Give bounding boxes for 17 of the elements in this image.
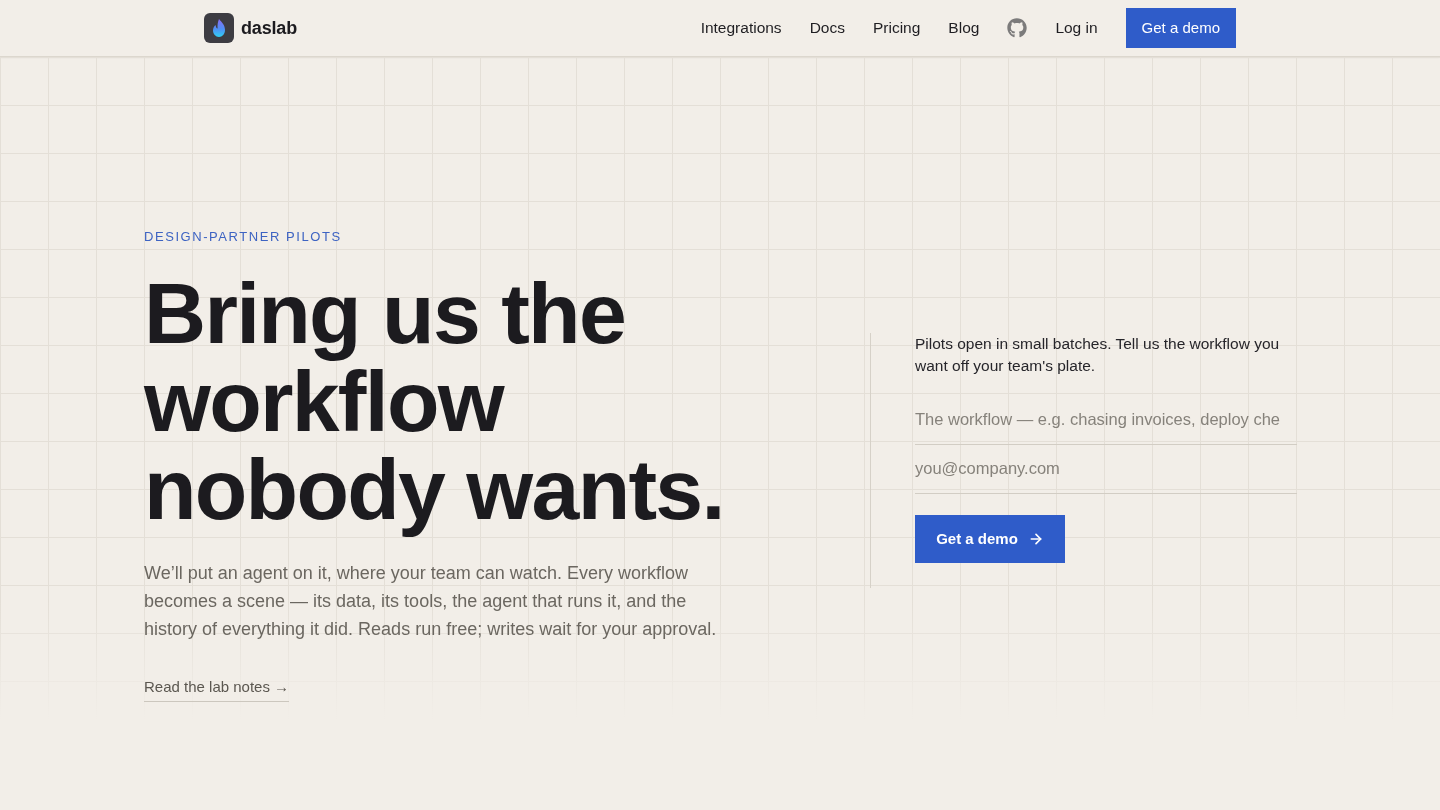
flame-logo-icon <box>204 13 234 43</box>
text-input-field[interactable]: you@company.com <box>915 444 1297 494</box>
github-icon[interactable] <box>1007 18 1028 38</box>
lab-notes-link[interactable]: Read the lab notes → <box>144 676 290 702</box>
nav-link[interactable]: Integrations <box>700 16 782 40</box>
submit-demo-button[interactable]: Get a demo <box>915 514 1065 563</box>
text-input-field[interactable]: The workflow — e.g. chasing invoices, deploy che <box>915 395 1297 445</box>
hero-description: We’ll put an agent on it, where your team can watch. Every workflow becomes a scene — its data, its tools, the agent that runs it, and the history of everything it did. Reads run free; writes wait for your approval. <box>144 562 717 641</box>
nav-link[interactable]: Docs <box>809 16 845 40</box>
nav-link[interactable]: Pricing <box>872 16 921 40</box>
brand-name[interactable]: daslab <box>241 14 297 42</box>
login-link[interactable]: Log in <box>1055 16 1098 40</box>
form-intro: Pilots open in small batches. Tell us the workflow you want off your team's plate. <box>915 333 1281 376</box>
hero-headline: Bring us the workflow nobody wants. <box>144 269 725 539</box>
get-demo-button[interactable]: Get a demo <box>1125 8 1236 48</box>
nav-link[interactable]: Blog <box>948 16 980 40</box>
eyebrow-label: DESIGN-PARTNER PILOTS <box>144 229 342 245</box>
